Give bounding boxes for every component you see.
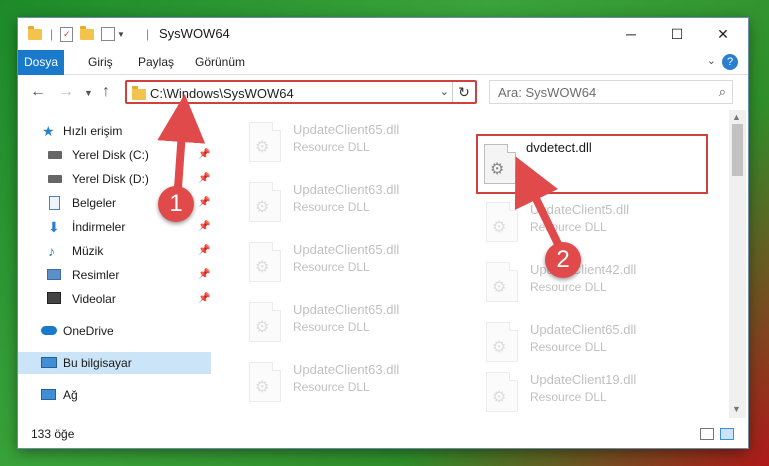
arrow-to-dvdetect-file <box>514 156 562 248</box>
step-2-callout: 2 <box>545 242 581 278</box>
step-1-callout: 1 <box>158 186 194 222</box>
annotation-arrows <box>157 94 562 248</box>
arrow-to-address-bar <box>157 94 206 192</box>
